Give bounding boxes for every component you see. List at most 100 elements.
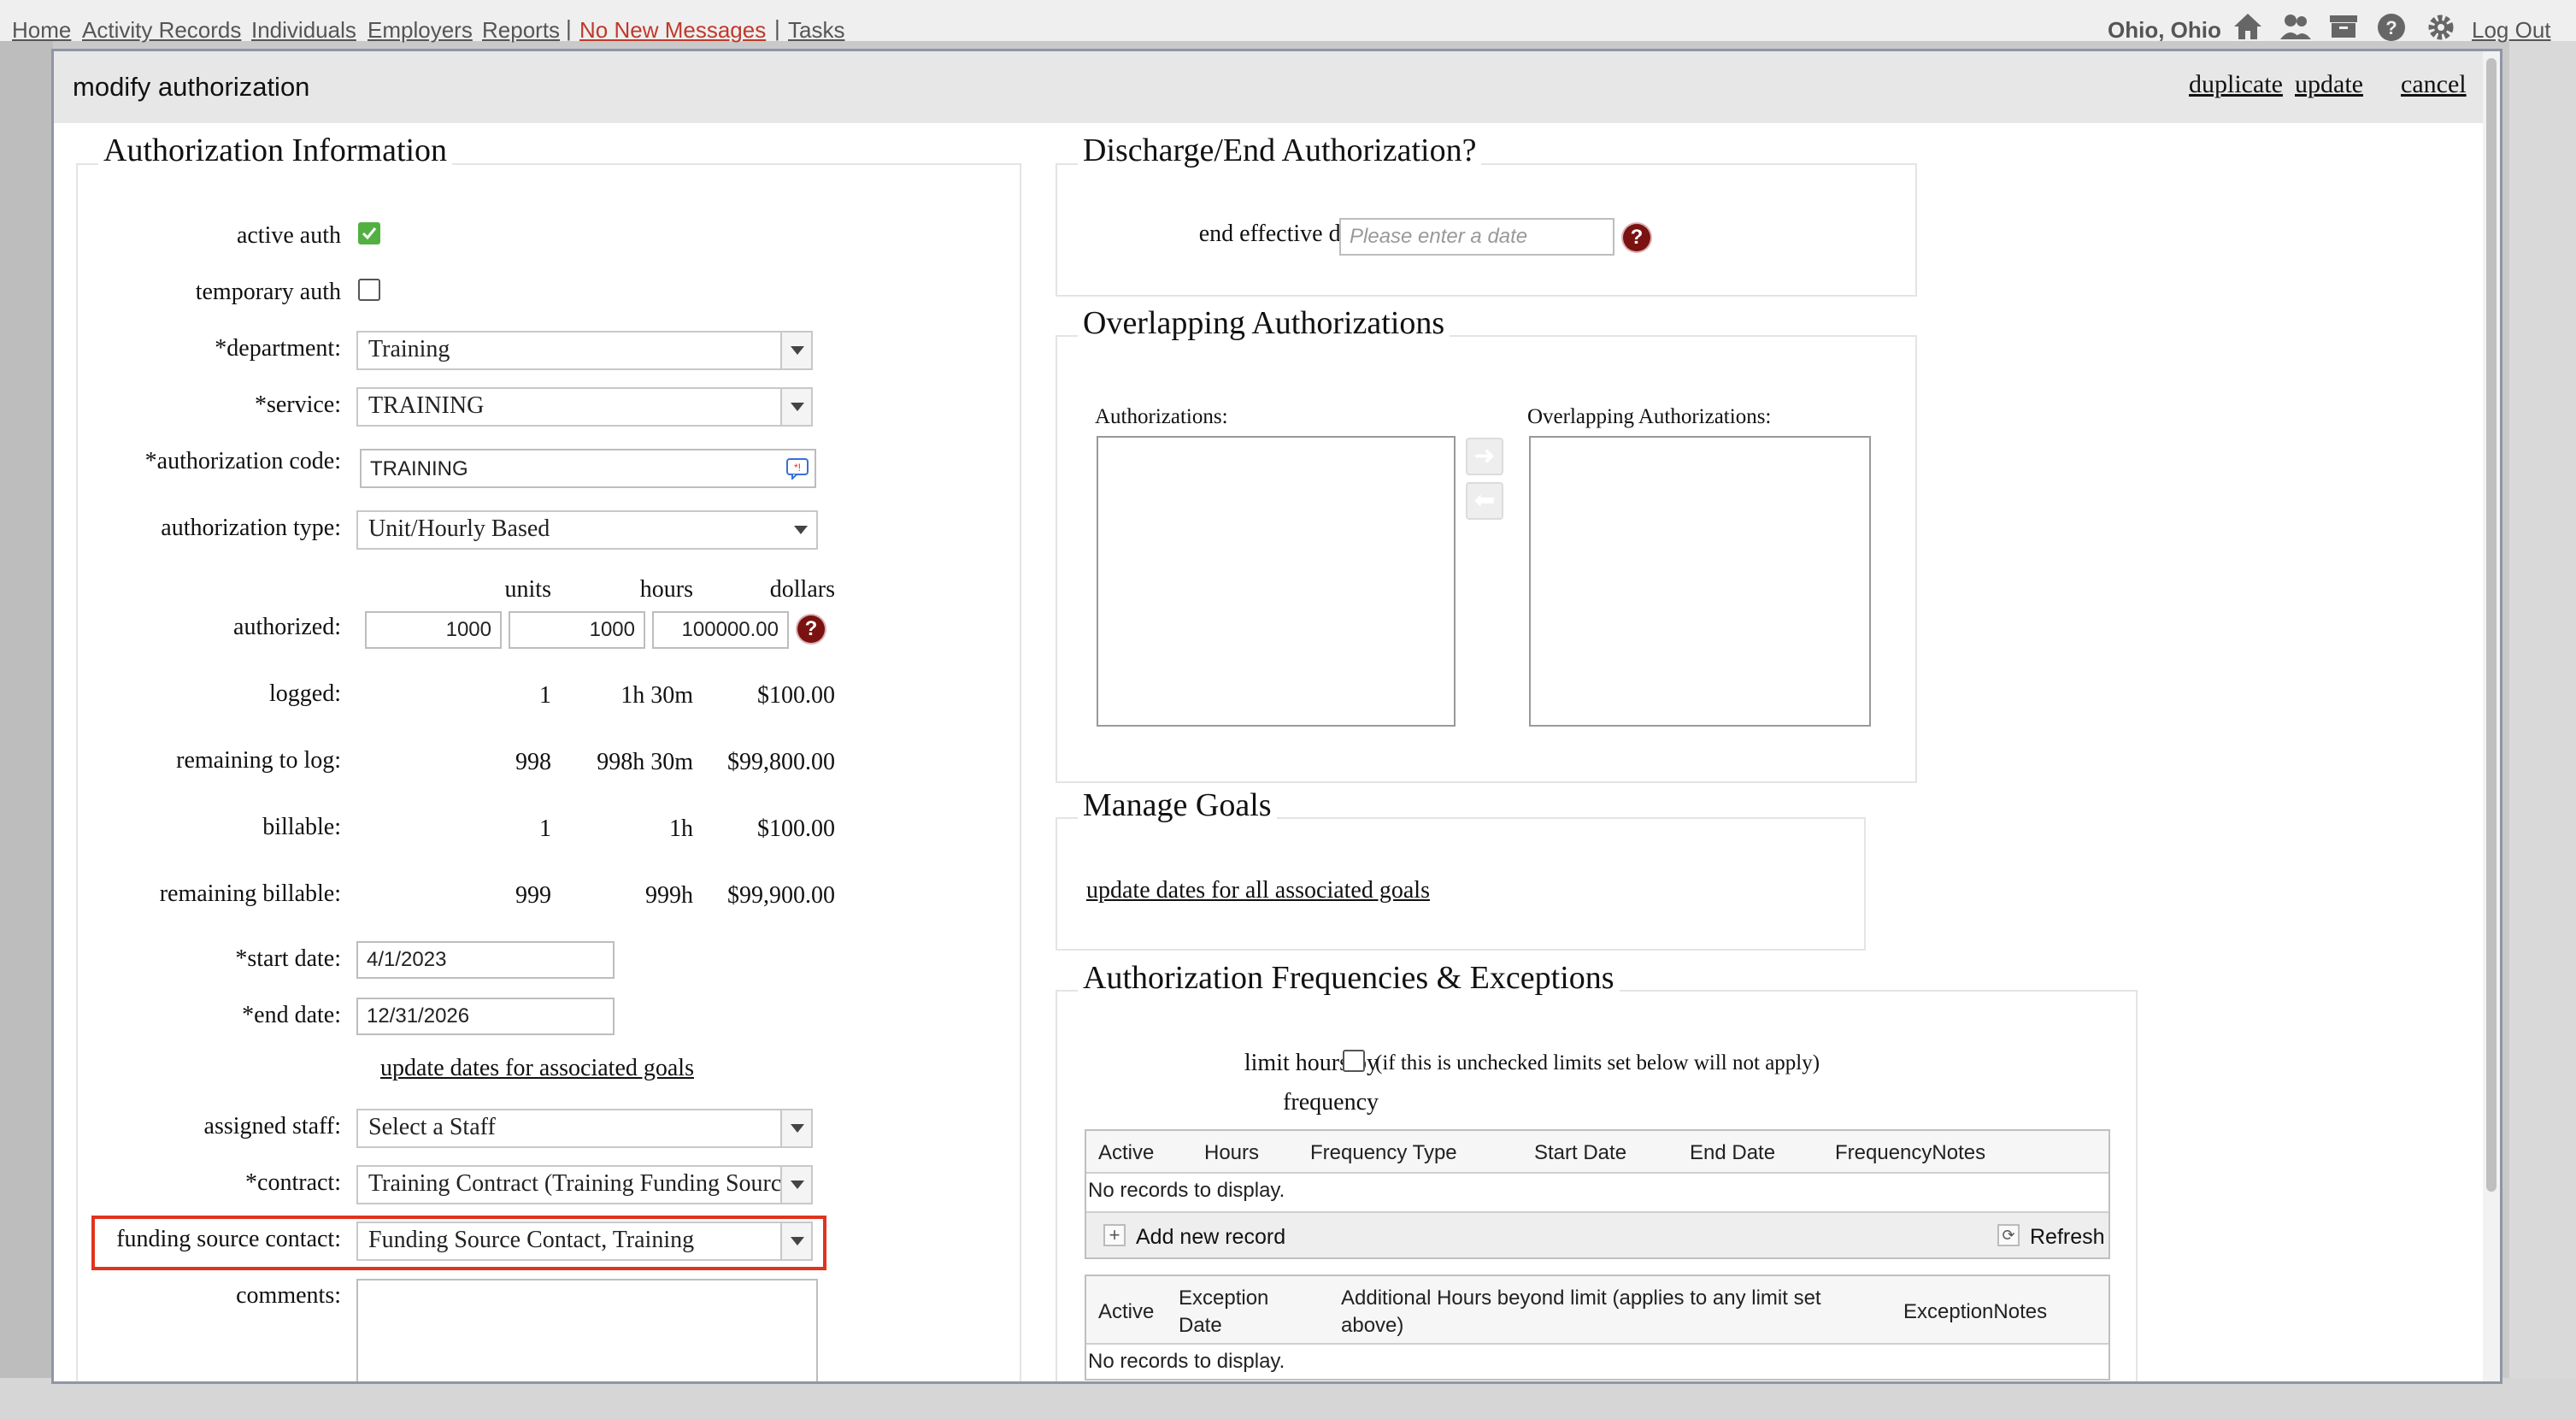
authorization-info-title: Authorization Information [98,132,453,169]
spellcheck-icon[interactable]: *! [785,457,809,480]
authorized-dollars-input[interactable]: 100000.00 [652,611,789,649]
overlapping-listbox[interactable] [1529,436,1871,727]
remaining-to-log-label: remaining to log: [176,747,341,774]
nav-individuals[interactable]: Individuals [251,17,356,44]
department-label: *department: [215,335,341,362]
exception-grid-empty: No records to display. [1088,1350,1285,1373]
logged-dollars: $100.00 [757,682,835,709]
column-header-additional-hours-line2[interactable]: above) [1341,1314,1403,1338]
svg-text:*!: *! [794,462,801,474]
cancel-link[interactable]: cancel [2401,70,2467,99]
archive-icon[interactable] [2328,14,2359,39]
authorizations-listbox[interactable] [1097,436,1456,727]
remaining-billable-dollars: $99,900.00 [727,882,835,909]
help-icon[interactable]: ? [1623,224,1650,251]
authorization-type-select[interactable]: Unit/Hourly Based [356,510,818,550]
frequency-grid-toolbar: + Add new record ⟳ Refresh [1086,1211,2108,1257]
gear-icon[interactable] [2426,12,2456,43]
users-icon[interactable] [2279,12,2313,41]
logout-link[interactable]: Log Out [2472,17,2551,44]
department-value: Training [368,336,450,362]
refresh-button[interactable]: Refresh [2030,1225,2105,1250]
dialog-title: modify authorization [73,72,310,102]
frequency-grid-header: Active Hours Frequency Type Start Date E… [1086,1131,2108,1174]
temporary-auth-checkbox[interactable] [358,279,380,301]
column-header-hours[interactable]: Hours [1204,1141,1259,1165]
move-right-button[interactable]: ➜ [1466,438,1503,475]
remaining-billable-hours: 999h [645,882,693,909]
assigned-staff-select[interactable]: Select a Staff [356,1109,813,1148]
funding-source-contact-value: Funding Source Contact, Training [368,1227,695,1253]
duplicate-link[interactable]: duplicate [2189,70,2283,99]
active-auth-label: active auth [236,222,341,249]
funding-source-contact-select[interactable]: Funding Source Contact, Training [356,1222,813,1261]
update-associated-goals-link[interactable]: update dates for associated goals [380,1055,694,1082]
update-link[interactable]: update [2295,70,2363,99]
column-header-active[interactable]: Active [1098,1141,1154,1165]
help-icon[interactable]: ? [797,615,825,643]
column-header-exception-notes[interactable]: ExceptionNotes [1903,1300,2047,1324]
assigned-staff-dropdown-button[interactable] [780,1110,811,1146]
start-date-input[interactable]: 4/1/2023 [356,941,615,979]
logged-label: logged: [269,680,341,707]
column-header-exception[interactable]: Exception [1179,1287,1268,1310]
end-effective-date-label: end effective date: [1198,221,1375,247]
column-header-start-date[interactable]: Start Date [1534,1141,1626,1165]
nav-home[interactable]: Home [12,17,71,44]
nav-reports[interactable]: Reports [482,17,560,44]
limit-hours-checkbox[interactable] [1343,1050,1365,1072]
plus-icon[interactable]: + [1103,1224,1126,1246]
help-icon[interactable]: ? [2376,12,2407,43]
service-select[interactable]: TRAINING [356,387,813,427]
authorization-type-label: authorization type: [161,515,341,541]
funding-source-contact-dropdown-button[interactable] [780,1223,811,1259]
billable-label: billable: [262,814,341,840]
authorization-code-input[interactable]: TRAINING *! [360,449,816,488]
service-dropdown-button[interactable] [780,389,811,425]
contract-select[interactable]: Training Contract (Training Funding Sour… [356,1165,813,1204]
home-icon[interactable] [2232,12,2263,41]
temporary-auth-label: temporary auth [195,279,341,305]
nav-tasks[interactable]: Tasks [788,17,844,44]
column-header-frequency-type[interactable]: Frequency Type [1310,1141,1457,1165]
service-value: TRAINING [368,392,485,419]
nav-separator: | [774,15,780,41]
authorized-hours-input[interactable]: 1000 [509,611,645,649]
end-date-input[interactable]: 12/31/2026 [356,998,615,1035]
service-label: *service: [254,392,341,418]
column-header-end-date[interactable]: End Date [1690,1141,1775,1165]
overlapping-title: Overlapping Authorizations [1078,304,1450,342]
end-effective-date-input[interactable]: Please enter a date [1339,218,1614,256]
add-new-record-button[interactable]: Add new record [1136,1225,1285,1250]
chevron-down-icon [791,1237,804,1245]
end-date-label: *end date: [242,1002,341,1028]
authorization-code-label: *authorization code: [144,448,341,474]
department-select[interactable]: Training [356,331,813,370]
exception-grid-header: Active Exception Date Additional Hours b… [1086,1276,2108,1345]
refresh-icon[interactable]: ⟳ [1997,1224,2020,1246]
column-header-date[interactable]: Date [1179,1314,1222,1338]
dialog-header: modify authorization duplicate update ca… [54,51,2500,123]
nav-employers[interactable]: Employers [368,17,473,44]
hours-column-header: hours [639,576,693,603]
logged-hours: 1h 30m [620,682,693,709]
column-header-frequency-notes[interactable]: FrequencyNotes [1835,1141,1985,1165]
move-left-button[interactable]: ⬅ [1466,482,1503,520]
department-dropdown-button[interactable] [780,333,811,368]
update-all-goals-link[interactable]: update dates for all associated goals [1086,877,1430,904]
nav-activity-records[interactable]: Activity Records [82,17,241,44]
nav-messages[interactable]: No New Messages [579,17,766,44]
billable-units: 1 [539,815,551,842]
contract-dropdown-button[interactable] [780,1167,811,1203]
dialog-scrollbar-thumb[interactable] [2486,58,2497,1192]
column-header-additional-hours[interactable]: Additional Hours beyond limit (applies t… [1341,1287,1821,1310]
active-auth-checkbox[interactable] [358,222,380,244]
overlapping-list-label: Overlapping Authorizations: [1527,405,1772,428]
authorized-units-input[interactable]: 1000 [365,611,502,649]
assigned-staff-value: Select a Staff [368,1114,496,1140]
arrow-left-icon: ⬅ [1473,486,1496,515]
start-date-label: *start date: [235,945,341,972]
chevron-down-icon [791,1181,804,1189]
comments-textarea[interactable] [356,1279,818,1381]
column-header-active[interactable]: Active [1098,1300,1154,1324]
